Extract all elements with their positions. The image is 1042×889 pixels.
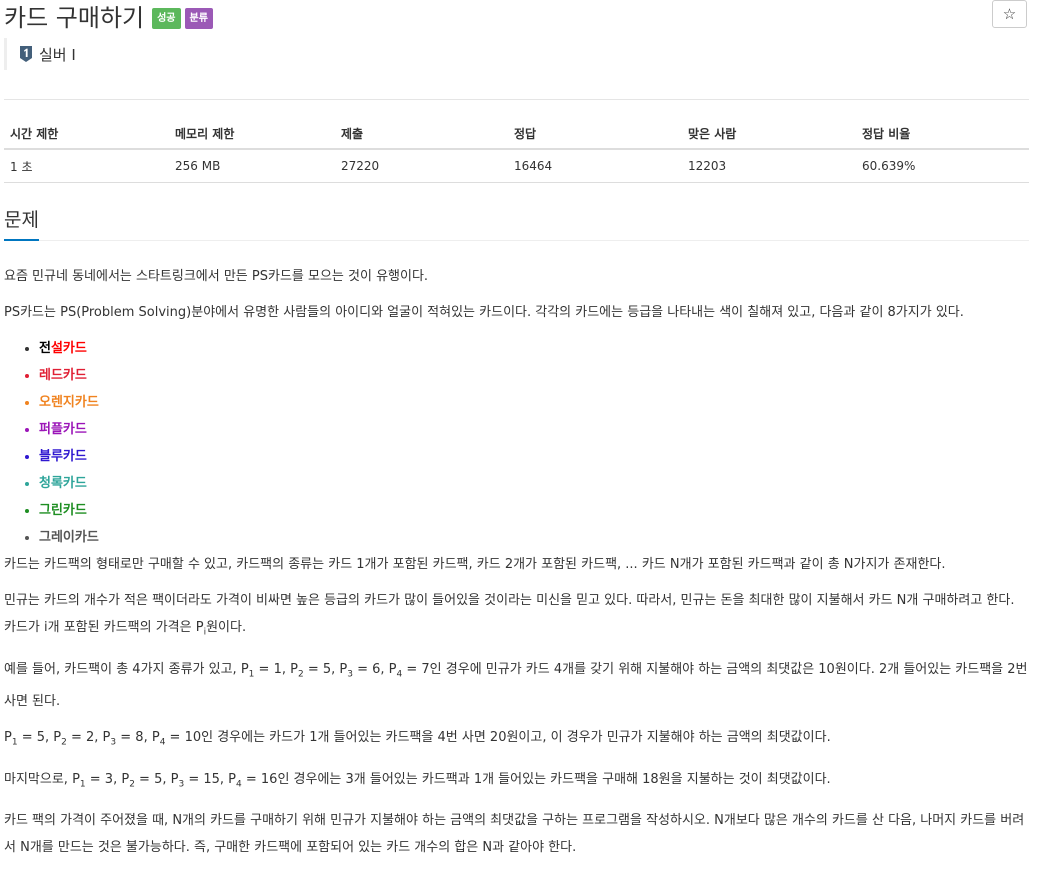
header-memory-limit: 메모리 제한 — [169, 118, 335, 150]
status-badge-success[interactable]: 성공 — [152, 7, 181, 29]
paragraph-1: 요즘 민규네 동네에서는 스타트링크에서 만든 PS카드를 모으는 것이 유행이… — [4, 269, 429, 284]
table-header-row: 시간 제한 메모리 제한 제출 정답 맞은 사람 정답 비율 — [4, 118, 1029, 150]
paragraph-4-text: 민규는 카드의 개수가 적은 팩이더라도 가격이 비싸면 높은 등급의 카드가 … — [4, 593, 1015, 635]
paragraph-7: 마지막으로, P1 = 3, P2 = 5, P3 = 15, P4 = 16인… — [4, 766, 1028, 799]
solved-users-value[interactable]: 12203 — [682, 149, 856, 183]
list-item-blue-card: 블루카드 — [39, 443, 1028, 470]
star-icon: ☆ — [1002, 5, 1017, 23]
title-row: 카드 구매하기 성공 분류 — [4, 1, 213, 35]
table-row: 1 초 256 MB 27220 16464 12203 60.639% — [4, 149, 1029, 183]
example-2-text: P — [4, 730, 12, 746]
submissions-value[interactable]: 27220 — [335, 149, 508, 183]
list-item-red-card: 레드카드 — [39, 362, 1028, 389]
paragraph-6: P1 = 5, P2 = 2, P3 = 8, P4 = 10인 경우에는 카드… — [4, 724, 1028, 757]
accepted-value[interactable]: 16464 — [508, 149, 682, 183]
paragraph-4-tail: 원이다. — [206, 620, 247, 635]
problem-page: 카드 구매하기 성공 분류 ☆ 실버 I 시간 제한 메모리 제한 제출 정답 … — [0, 0, 1042, 889]
header-submissions: 제출 — [335, 118, 508, 150]
section-divider — [4, 240, 1029, 241]
example-1-text: 예를 들어, 카드팩이 총 4가지 종류가 있고, P — [4, 661, 249, 677]
accept-ratio-value: 60.639% — [856, 149, 1029, 183]
divider — [4, 99, 1029, 100]
header-time-limit: 시간 제한 — [4, 118, 169, 150]
example-2-text: = 2, P — [66, 730, 111, 746]
example-1-text: = 5, P — [303, 661, 348, 677]
list-item-purple-card: 퍼플카드 — [39, 416, 1028, 443]
header-solved-users: 맞은 사람 — [682, 118, 856, 150]
list-item-legend-card: 전설카드 — [39, 335, 1028, 362]
favorite-button[interactable]: ☆ — [992, 0, 1027, 28]
header-accept-ratio: 정답 비율 — [856, 118, 1029, 150]
example-3-text: = 5, P — [134, 771, 179, 787]
category-badge[interactable]: 분류 — [184, 7, 213, 29]
list-item-green-card: 그린카드 — [39, 497, 1028, 524]
header-accepted: 정답 — [508, 118, 682, 150]
card-grade-list: 전설카드 레드카드 오렌지카드 퍼플카드 블루카드 청록카드 그린카드 그레이카… — [4, 335, 1028, 551]
tier-label: 실버 I — [39, 45, 76, 64]
section-title-problem: 문제 — [4, 209, 39, 231]
paragraph-2: PS카드는 PS(Problem Solving)분야에서 유명한 사람들의 아… — [4, 305, 964, 320]
list-item-teal-card: 청록카드 — [39, 470, 1028, 497]
paragraph-4: 민규는 카드의 개수가 적은 팩이더라도 가격이 비싸면 높은 등급의 카드가 … — [4, 587, 1028, 647]
paragraph-3: 카드는 카드팩의 형태로만 구매할 수 있고, 카드팩의 종류는 카드 1개가 … — [4, 557, 946, 572]
memory-limit-value: 256 MB — [169, 149, 335, 183]
silver-tier-1-icon — [20, 46, 32, 62]
time-limit-value: 1 초 — [4, 149, 169, 183]
problem-stats-table: 시간 제한 메모리 제한 제출 정답 맞은 사람 정답 비율 1 초 256 M… — [4, 118, 1029, 183]
legend-card-first-char: 전 — [39, 341, 51, 356]
legend-card-rest: 설카드 — [50, 341, 87, 356]
section-accent-line — [4, 239, 39, 241]
problem-description: 요즘 민규네 동네에서는 스타트링크에서 만든 PS카드를 모으는 것이 유행이… — [4, 263, 1028, 870]
example-1-text: = 6, P — [352, 661, 397, 677]
tier-info: 실버 I — [4, 38, 76, 70]
example-3-text: = 16인 경우에는 3개 들어있는 카드팩과 1개 들어있는 카드팩을 구매해… — [241, 771, 831, 787]
list-item-orange-card: 오렌지카드 — [39, 389, 1028, 416]
example-2-text: = 10인 경우에는 카드가 1개 들어있는 카드팩을 4번 사면 20원이고,… — [165, 730, 831, 746]
example-2-text: = 8, P — [116, 730, 160, 746]
paragraph-8: 카드 팩의 가격이 주어졌을 때, N개의 카드를 구매하기 위해 민규가 지불… — [4, 813, 1025, 856]
paragraph-5: 예를 들어, 카드팩이 총 4가지 종류가 있고, P1 = 1, P2 = 5… — [4, 656, 1028, 716]
list-item-gray-card: 그레이카드 — [39, 524, 1028, 551]
example-1-text: = 1, P — [254, 661, 298, 677]
example-3-text: = 15, P — [184, 771, 237, 787]
example-3-text: 마지막으로, P — [4, 771, 80, 787]
page-title: 카드 구매하기 — [4, 4, 145, 32]
example-3-text: = 3, P — [85, 771, 130, 787]
example-2-text: = 5, P — [17, 730, 62, 746]
